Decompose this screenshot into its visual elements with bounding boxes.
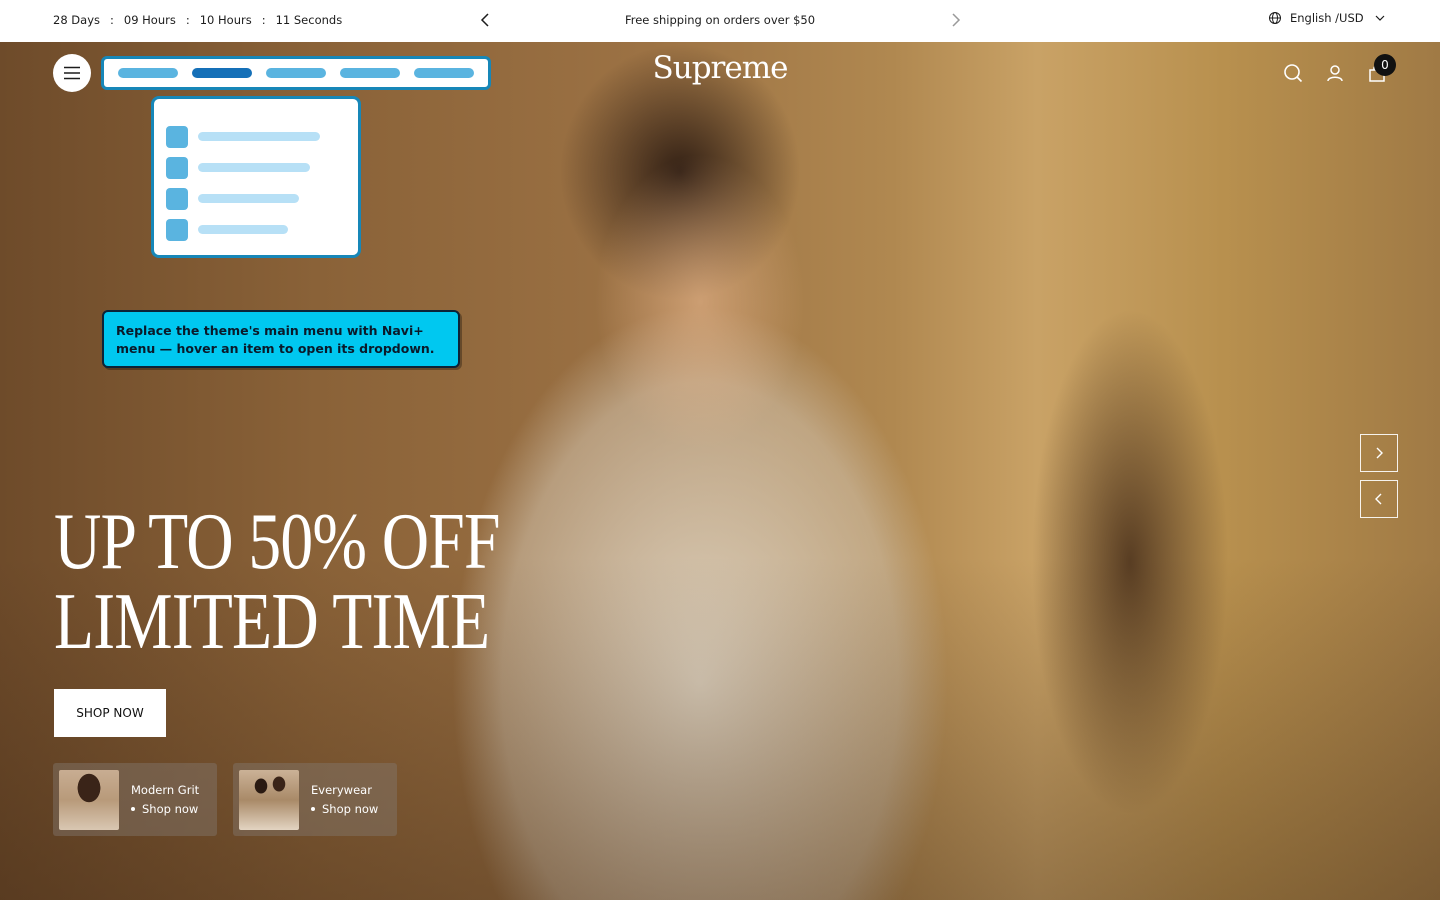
countdown-seconds: 11 Seconds (275, 13, 343, 27)
chevron-right-icon (1376, 447, 1383, 459)
hamburger-menu-button[interactable] (53, 54, 91, 92)
slide-next-button[interactable] (1360, 434, 1398, 472)
dropdown-row[interactable] (166, 183, 346, 214)
dropdown-item-line (198, 225, 288, 234)
dropdown-item-line (198, 132, 320, 141)
countdown-minutes: 10 Hours (199, 13, 252, 27)
navi-menu-item-active[interactable] (192, 68, 252, 78)
announcement-prev-button[interactable] (477, 11, 495, 29)
countdown-days: 28 Days (53, 13, 100, 27)
navi-menu-item[interactable] (266, 68, 326, 78)
countdown-separator: : (185, 13, 190, 27)
collection-thumbnail (239, 769, 299, 830)
dropdown-row[interactable] (166, 121, 346, 152)
collection-link[interactable]: Shop now (131, 800, 199, 819)
hero-headline-line: UP TO 50% OFF (54, 498, 500, 586)
announcement-next-button[interactable] (946, 11, 964, 29)
countdown-hours: 09 Hours (123, 13, 176, 27)
bullet-icon (311, 807, 315, 811)
collection-name: Modern Grit (131, 782, 200, 797)
countdown-timer: 28 Days : 09 Hours : 10 Hours : 11 Secon… (53, 13, 342, 27)
navi-menu-item[interactable] (414, 68, 474, 78)
search-button[interactable] (1282, 61, 1304, 85)
bullet-icon (131, 807, 135, 811)
hamburger-icon (64, 66, 80, 80)
instruction-tooltip: Replace the theme's main menu with Navi+… (102, 310, 460, 368)
dropdown-item-icon (166, 125, 188, 148)
locale-selector[interactable]: English /USD (1268, 11, 1386, 25)
countdown-separator: : (261, 13, 266, 27)
globe-icon (1269, 12, 1281, 24)
dropdown-item-icon (166, 156, 188, 179)
navi-dropdown-preview (151, 96, 361, 258)
cart-count-badge: 0 (1374, 54, 1396, 76)
navi-menu-item[interactable] (118, 68, 178, 78)
chevron-down-icon (1375, 15, 1385, 21)
collection-cards: Modern Grit Shop now Everywear Shop now (53, 763, 397, 836)
chevron-left-icon (480, 13, 489, 27)
navi-menu-preview-bar[interactable] (101, 56, 491, 90)
announcement-bar: 28 Days : 09 Hours : 10 Hours : 11 Secon… (0, 0, 1440, 42)
countdown-separator: : (110, 13, 114, 27)
dropdown-item-icon (166, 187, 188, 210)
collection-link-label: Shop now (142, 801, 199, 816)
account-button[interactable] (1324, 61, 1346, 85)
search-icon (1284, 64, 1303, 83)
navi-menu-item[interactable] (340, 68, 400, 78)
site-logo[interactable]: Supreme (620, 50, 820, 86)
collection-info: Modern Grit Shop now (131, 781, 199, 819)
hero-banner: Replace the theme's main menu with Navi+… (0, 42, 1440, 900)
announcement-message: Free shipping on orders over $50 (624, 13, 816, 27)
shop-now-button[interactable]: SHOP NOW (54, 689, 166, 737)
user-icon (1327, 65, 1343, 82)
dropdown-item-icon (166, 218, 188, 241)
collection-link-label: Shop now (322, 801, 379, 816)
hero-headline: UP TO 50% OFF LIMITED TIME (54, 502, 500, 662)
chevron-right-icon (952, 13, 961, 27)
dropdown-row[interactable] (166, 214, 346, 245)
dropdown-row[interactable] (166, 152, 346, 183)
collection-info: Everywear Shop now (311, 781, 378, 819)
collection-name: Everywear (311, 782, 372, 797)
chevron-left-icon (1375, 493, 1382, 505)
locale-label: English /USD (1290, 11, 1364, 25)
collection-card[interactable]: Modern Grit Shop now (53, 763, 217, 836)
hero-headline-line: LIMITED TIME (54, 578, 490, 666)
collection-card[interactable]: Everywear Shop now (233, 763, 397, 836)
dropdown-item-line (198, 163, 310, 172)
header-actions (1282, 61, 1388, 85)
collection-thumbnail (59, 769, 119, 830)
dropdown-item-line (198, 194, 299, 203)
collection-link[interactable]: Shop now (311, 800, 378, 819)
slide-prev-button[interactable] (1360, 480, 1398, 518)
